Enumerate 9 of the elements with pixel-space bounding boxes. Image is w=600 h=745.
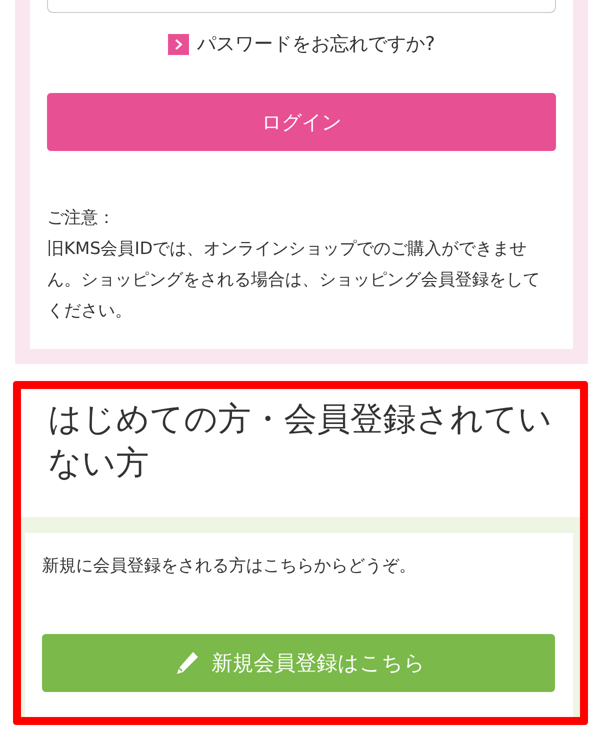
chevron-icon <box>168 34 189 54</box>
login-button[interactable]: ログイン <box>47 93 556 151</box>
forgot-password-link[interactable]: パスワードをお忘れですか? <box>168 31 436 57</box>
input-field[interactable] <box>47 0 556 13</box>
notice-title: ご注意： <box>47 207 116 230</box>
register-description: 新規に会員登録をされる方はこちらからどうぞ。 <box>42 555 417 578</box>
section-heading: はじめての方・会員登録されていない方 <box>47 398 553 484</box>
register-button[interactable]: 新規会員登録はこちら <box>42 634 555 692</box>
notice-text: 旧KMS会員IDでは、オンラインショップでのご購入ができません。ショッピングをされる場合は、ショッピング会員登録をしてください。 <box>47 238 541 323</box>
